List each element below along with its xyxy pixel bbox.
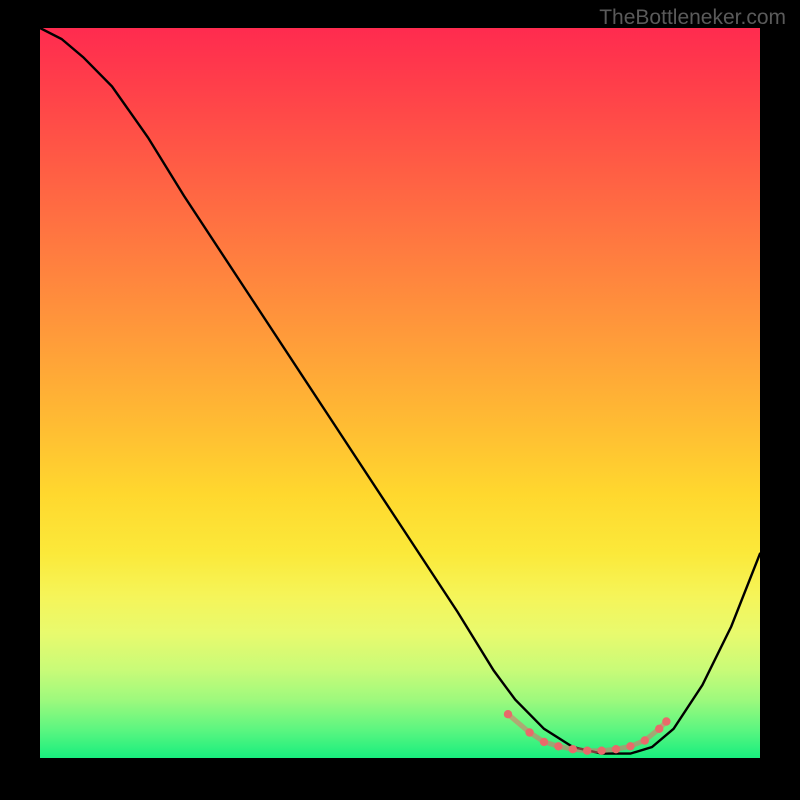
bottom-dot xyxy=(641,736,649,744)
bottom-dot xyxy=(583,747,591,755)
bottom-dot xyxy=(655,725,663,733)
chart-plot-area xyxy=(40,28,760,758)
bottom-dot xyxy=(554,742,562,750)
bottom-dot xyxy=(626,742,634,750)
bottom-dot xyxy=(504,710,512,718)
watermark-text: TheBottleneker.com xyxy=(599,6,786,30)
bottleneck-curve xyxy=(40,28,760,754)
bottom-dot xyxy=(597,747,605,755)
bottom-dot xyxy=(569,745,577,753)
bottom-dot xyxy=(662,717,670,725)
chart-svg xyxy=(40,28,760,758)
bottom-dot xyxy=(525,728,533,736)
bottom-dot xyxy=(540,738,548,746)
bottom-dot xyxy=(612,745,620,753)
